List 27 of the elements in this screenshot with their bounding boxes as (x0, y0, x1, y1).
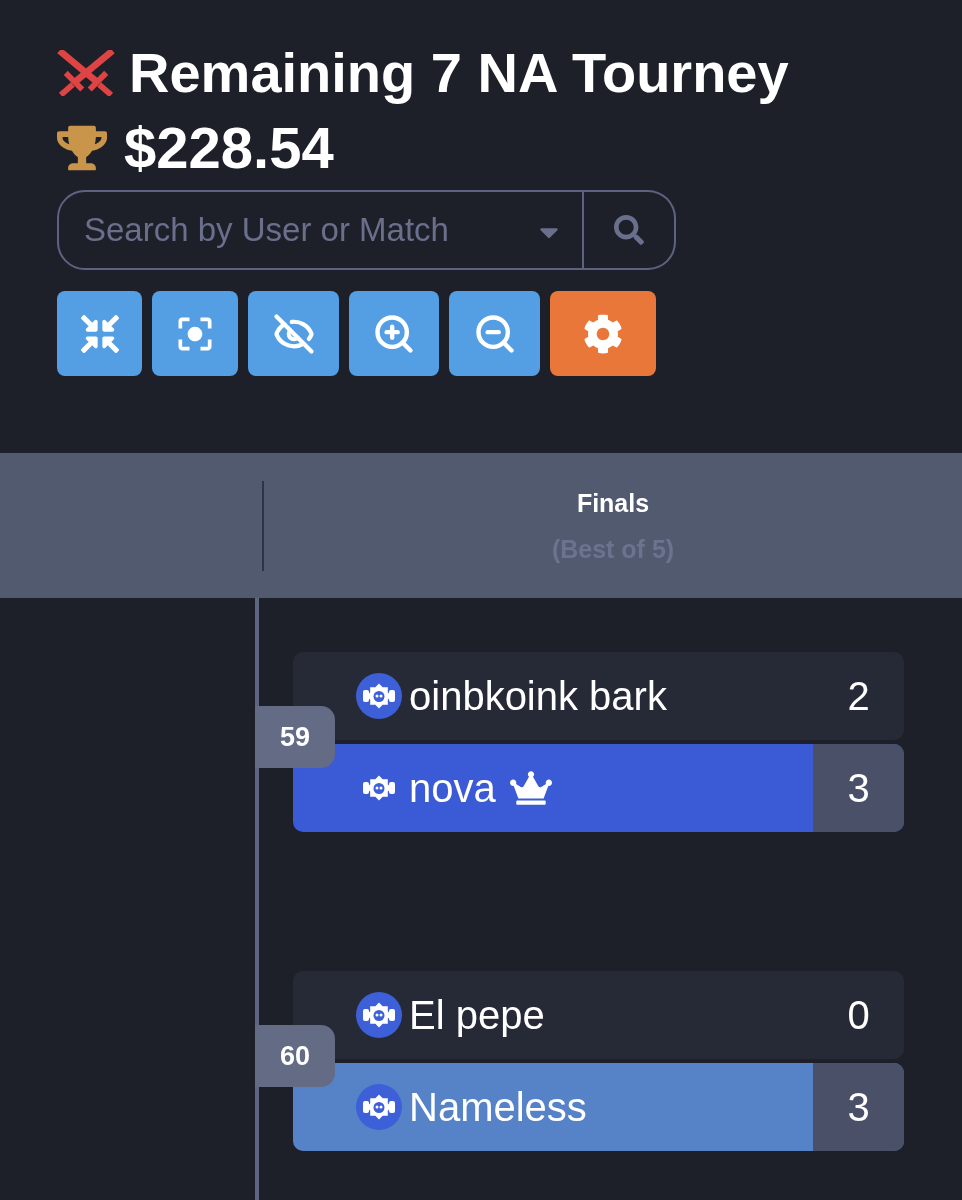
search-icon (614, 215, 644, 245)
match-number: 60 (255, 1025, 335, 1087)
hide-button[interactable] (248, 291, 339, 376)
compress-arrows-icon (80, 314, 119, 353)
eye-slash-icon (272, 312, 315, 355)
round-title: Finals (576, 487, 650, 518)
settings-icon (583, 313, 623, 354)
player-score: 0 (847, 992, 870, 1038)
zoom-out-button[interactable] (449, 291, 540, 376)
player-score: 3 (847, 1084, 870, 1130)
player-score: 2 (847, 673, 870, 719)
player-name: Nameless (409, 1084, 587, 1130)
player-name: El pepe (409, 992, 545, 1038)
trophy-icon (57, 123, 107, 173)
prize-amount: $228.54 (124, 116, 334, 180)
collapse-button[interactable] (57, 291, 142, 376)
player-name: nova (409, 765, 496, 811)
player-score: 3 (847, 765, 870, 811)
search-field[interactable]: Search by User or Match (57, 190, 584, 270)
zoom-in-button[interactable] (349, 291, 439, 376)
match-number: 59 (255, 706, 335, 768)
tournament-title: Remaining 7 NA Tourney (129, 42, 789, 104)
crossed-swords-icon (57, 50, 115, 96)
focus-button[interactable] (152, 291, 238, 376)
settings-button[interactable] (550, 291, 656, 376)
search-button[interactable] (584, 190, 676, 270)
player-name: oinbkoink bark (409, 673, 667, 719)
